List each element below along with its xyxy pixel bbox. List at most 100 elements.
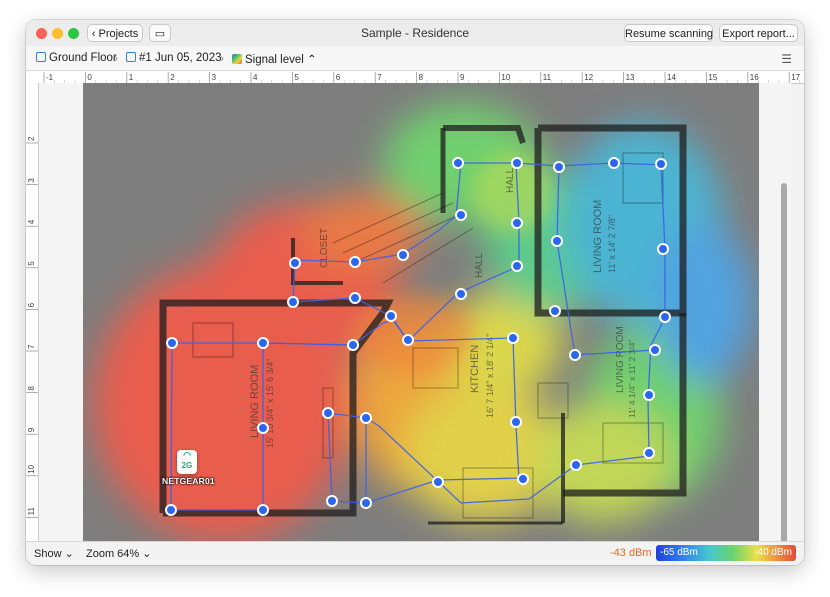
label-living-left-dims: 15' 10 3/4" x 15' 6 3/4" bbox=[265, 359, 275, 448]
chevron-right-icon: › bbox=[220, 51, 224, 65]
scan-point bbox=[257, 504, 269, 516]
scan-point bbox=[511, 157, 523, 169]
ruler-tick-label: 8 bbox=[419, 73, 424, 82]
ruler-tick-label: 3 bbox=[27, 178, 36, 183]
signal-legend[interactable]: -65 dBm -40 dBm bbox=[656, 545, 796, 561]
scan-point bbox=[455, 209, 467, 221]
scan-point bbox=[402, 334, 414, 346]
ruler-tick-label: 12 bbox=[584, 73, 593, 82]
scan-point bbox=[322, 407, 334, 419]
scan-point bbox=[165, 504, 177, 516]
titlebar: ‹ Projects ▭ Sample - Residence Resume s… bbox=[26, 20, 804, 46]
ruler-tick-label: 6 bbox=[336, 73, 341, 82]
ruler-tick-label: 11 bbox=[543, 73, 552, 82]
scan-point bbox=[166, 337, 178, 349]
scan-point bbox=[655, 158, 667, 170]
scan-point bbox=[608, 157, 620, 169]
ruler-tick-label: 7 bbox=[377, 73, 382, 82]
ruler-tick-label: -1 bbox=[46, 73, 54, 82]
app-window: ‹ Projects ▭ Sample - Residence Resume s… bbox=[26, 20, 804, 565]
label-hall-top: HALL bbox=[505, 168, 516, 193]
ruler-vertical: 23456789101112 bbox=[26, 83, 39, 541]
wifi-icon: ◠ bbox=[183, 450, 191, 460]
scan-point bbox=[455, 288, 467, 300]
scan-point bbox=[507, 332, 519, 344]
floor-plan-icon bbox=[36, 52, 46, 62]
ruler-tick-label: 7 bbox=[27, 344, 36, 349]
access-point-name: NETGEAR01 bbox=[162, 476, 215, 486]
scan-point bbox=[360, 497, 372, 509]
scan-point bbox=[570, 459, 582, 471]
ruler-tick-label: 9 bbox=[460, 73, 465, 82]
scan-point bbox=[511, 217, 523, 229]
label-living-right: LIVING ROOM bbox=[592, 200, 604, 273]
scan-point bbox=[349, 292, 361, 304]
ruler-tick-label: 1 bbox=[129, 73, 134, 82]
status-bar: Show ⌄ Zoom 64% ⌄ -43 dBm -65 dBm -40 dB… bbox=[26, 541, 804, 565]
signal-level-icon bbox=[232, 54, 242, 64]
legend-max-label: -40 dBm bbox=[754, 547, 792, 558]
scan-point bbox=[517, 473, 529, 485]
scan-point bbox=[643, 389, 655, 401]
chevron-down-icon: ⌄ bbox=[64, 548, 74, 560]
resume-scanning-button[interactable]: Resume scanning bbox=[624, 24, 713, 42]
label-closet: CLOSET bbox=[319, 228, 330, 268]
scan-point bbox=[551, 235, 563, 247]
map-canvas[interactable]: CLOSET HALL HALL LIVING ROOM 15' 10 3/4"… bbox=[39, 83, 791, 555]
scan-point bbox=[347, 339, 359, 351]
access-point-band: 2G bbox=[181, 461, 193, 470]
scan-point bbox=[349, 256, 361, 268]
breadcrumb-floor-label: Ground Floor bbox=[49, 52, 117, 64]
ruler-tick-label: 5 bbox=[27, 261, 36, 266]
label-kitchen-dims: 16' 7 1/4" x 18' 2 1/4" bbox=[485, 334, 495, 418]
ruler-tick-label: 0 bbox=[87, 73, 92, 82]
show-menu-button[interactable]: Show ⌄ bbox=[34, 547, 74, 560]
ruler-tick-label: 8 bbox=[27, 386, 36, 391]
vertical-scrollbar[interactable] bbox=[781, 183, 787, 555]
ruler-tick-label: 3 bbox=[212, 73, 217, 82]
visualization-selector[interactable]: Signal level ⌃ bbox=[232, 52, 317, 66]
updown-chevron-icon: ⌃ bbox=[307, 54, 317, 66]
ruler-tick-label: 13 bbox=[626, 73, 635, 82]
scan-point bbox=[432, 476, 444, 488]
zoom-menu-button[interactable]: Zoom 64% ⌄ bbox=[86, 547, 151, 560]
ruler-tick-label: 16 bbox=[750, 73, 759, 82]
settings-sliders-icon[interactable]: ☰ bbox=[781, 52, 792, 66]
scan-icon bbox=[126, 52, 136, 62]
breadcrumb-scan[interactable]: #1 Jun 05, 2023 bbox=[126, 52, 222, 64]
scan-point bbox=[257, 422, 269, 434]
ruler-tick-label: 9 bbox=[27, 427, 36, 432]
ruler-tick-label: 2 bbox=[27, 136, 36, 141]
scan-point bbox=[510, 416, 522, 428]
scan-point bbox=[397, 249, 409, 261]
ruler-tick-label: 4 bbox=[27, 219, 36, 224]
legend-min-label: -65 dBm bbox=[660, 547, 698, 558]
ruler-tick-label: 4 bbox=[253, 73, 258, 82]
label-dining: LIVING ROOM bbox=[615, 326, 626, 393]
chevron-right-icon: › bbox=[114, 51, 118, 65]
scan-point bbox=[659, 311, 671, 323]
ruler-tick-label: 14 bbox=[667, 73, 676, 82]
label-kitchen: KITCHEN bbox=[469, 345, 481, 393]
scan-point bbox=[553, 161, 565, 173]
scan-point bbox=[657, 243, 669, 255]
scan-point bbox=[385, 310, 397, 322]
ruler-tick-label: 17 bbox=[791, 73, 800, 82]
scan-point bbox=[649, 344, 661, 356]
scan-point bbox=[289, 257, 301, 269]
chevron-down-icon: ⌄ bbox=[142, 548, 152, 560]
ruler-tick-label: 2 bbox=[170, 73, 175, 82]
current-signal-value: -43 dBm bbox=[610, 547, 652, 559]
scan-point bbox=[452, 157, 464, 169]
visualization-label: Signal level bbox=[245, 54, 304, 66]
access-point-marker[interactable]: ◠ 2G bbox=[177, 450, 197, 474]
breadcrumb-floor[interactable]: Ground Floor bbox=[36, 52, 117, 64]
zoom-label: Zoom 64% bbox=[86, 548, 140, 560]
scan-point bbox=[287, 296, 299, 308]
export-report-button[interactable]: Export report... bbox=[719, 24, 798, 42]
scan-point bbox=[643, 447, 655, 459]
show-label: Show bbox=[34, 548, 62, 560]
ruler-tick-label: 10 bbox=[501, 73, 510, 82]
scan-point bbox=[326, 495, 338, 507]
ruler-tick-label: 5 bbox=[294, 73, 299, 82]
